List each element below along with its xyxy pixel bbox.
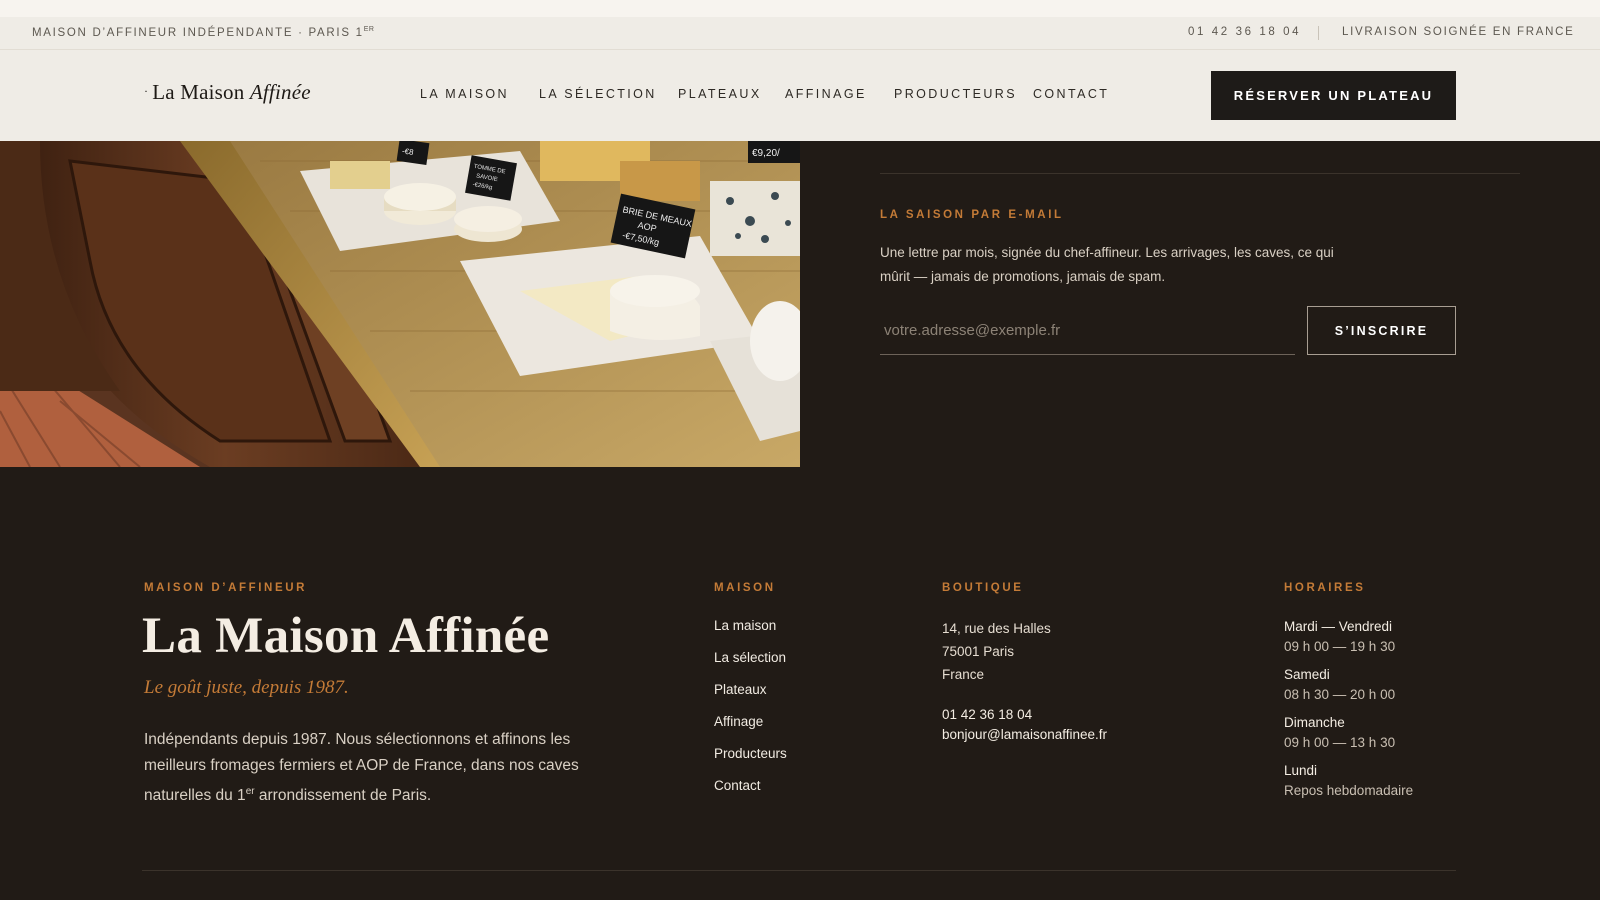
nav-item-plateaux[interactable]: PLATEAUX — [678, 87, 762, 101]
delivery-note: LIVRAISON SOIGNÉE EN FRANCE — [1342, 26, 1575, 38]
footer-link-item: Contact — [714, 777, 787, 809]
hours-time: 09 h 00 — 19 h 30 — [1284, 639, 1396, 654]
brand-desc-sup: er — [245, 786, 255, 797]
address-street: 14, rue des Halles — [942, 621, 1051, 636]
reserve-platter-button[interactable]: RÉSERVER UN PLATEAU — [1211, 71, 1456, 120]
footer-bottom-rule — [142, 870, 1456, 871]
footer-link-item: Plateaux — [714, 681, 787, 713]
footer-link-la-selection[interactable]: La sélection — [714, 650, 786, 665]
newsletter-description: Une lettre par mois, signée du chef-affi… — [880, 245, 1334, 284]
footer-boutique-title: BOUTIQUE — [942, 582, 1024, 594]
util-phone-link[interactable]: 01 42 36 18 04 — [1188, 26, 1301, 38]
footer-link-item: Producteurs — [714, 745, 787, 777]
nav-item-la-selection[interactable]: LA SÉLECTION — [539, 87, 657, 101]
hours-day: Mardi — Vendredi — [1284, 619, 1393, 634]
hours-slot: Lundi Repos hebdomadaire — [1284, 761, 1413, 801]
site-header: · La Maison Affinée LA MAISON LA SÉLECTIO… — [0, 50, 1600, 141]
footer-maison-links: La maison La sélection Plateaux Affinage… — [714, 617, 787, 809]
boutique-phone-link[interactable]: 01 42 36 18 04 — [942, 705, 1107, 725]
boutique-email-link[interactable]: bonjour@lamaisonaffinee.fr — [942, 725, 1107, 745]
hours-time: 09 h 00 — 13 h 30 — [1284, 735, 1396, 750]
brand-desc-part-2: arrondissement de Paris. — [254, 787, 432, 805]
logo-dot: · — [144, 84, 149, 98]
logo-italic-text: Affinée — [249, 80, 311, 104]
footer-link-plateaux[interactable]: Plateaux — [714, 682, 767, 697]
footer-boutique-info: 14, rue des Halles 75001 Paris France 01… — [942, 617, 1107, 745]
footer-link-la-maison[interactable]: La maison — [714, 618, 776, 633]
hours-day: Dimanche — [1284, 715, 1345, 730]
subscribe-button[interactable]: S’INSCRIRE — [1307, 306, 1456, 355]
footer-tagline: Le goût juste, depuis 1987. — [144, 677, 349, 698]
site-logo[interactable]: · La Maison Affinée — [144, 80, 311, 105]
sign-text-top-right: €9,20/ — [752, 148, 780, 159]
cheese-counter-photo: BRIE DE MEAUX AOP -€7,50/kg TOMME DE SAV… — [0, 141, 800, 467]
price-sign-top-right: €9,20/ — [748, 141, 800, 163]
address-country: France — [942, 667, 985, 682]
nav-item-producteurs[interactable]: PRODUCTEURS — [894, 87, 1017, 101]
announcement-sup: ER — [363, 26, 375, 33]
boutique-address: 14, rue des Halles 75001 Paris France — [942, 617, 1107, 686]
hours-time: 08 h 30 — 20 h 00 — [1284, 687, 1396, 702]
logo-main-text: La Maison — [152, 80, 250, 104]
footer-link-affinage[interactable]: Affinage — [714, 714, 763, 729]
sign-text-top-left: -€8 — [401, 147, 414, 158]
nav-item-affinage[interactable]: AFFINAGE — [785, 87, 867, 101]
nav-item-contact[interactable]: CONTACT — [1033, 87, 1109, 101]
footer-link-producteurs[interactable]: Producteurs — [714, 746, 787, 761]
boutique-contact: 01 42 36 18 04 bonjour@lamaisonaffinee.f… — [942, 705, 1107, 745]
nav-item-la-maison[interactable]: LA MAISON — [420, 87, 509, 101]
footer-link-item: La sélection — [714, 649, 787, 681]
top-strip — [0, 0, 1600, 17]
footer-brand-description: Indépendants depuis 1987. Nous sélection… — [144, 727, 584, 809]
footer-brand-name: La Maison Affinée — [142, 608, 550, 664]
newsletter-eyebrow: LA SAISON PAR E-MAIL — [880, 209, 1064, 221]
opening-hours: Mardi — Vendredi 09 h 00 — 19 h 30 Samed… — [1284, 617, 1413, 809]
footer-link-item: La maison — [714, 617, 787, 649]
hours-slot: Samedi 08 h 30 — 20 h 00 — [1284, 665, 1413, 705]
announcement-bar: MAISON D’AFFINEUR INDÉPENDANTE · PARIS 1… — [0, 17, 1600, 50]
newsletter-top-rule — [880, 173, 1520, 174]
announcement-text: MAISON D’AFFINEUR INDÉPENDANTE · PARIS 1… — [32, 26, 374, 39]
footer-link-item: Affinage — [714, 713, 787, 745]
hours-day: Lundi — [1284, 763, 1318, 778]
footer-horaires-title: HORAIRES — [1284, 582, 1366, 594]
footer-brand-eyebrow: MAISON D’AFFINEUR — [144, 582, 308, 594]
cheese-counter-illustration: BRIE DE MEAUX AOP -€7,50/kg TOMME DE SAV… — [0, 141, 800, 467]
newsletter-email-input[interactable] — [880, 306, 1295, 355]
hours-day: Samedi — [1284, 667, 1330, 682]
address-city: 75001 Paris — [942, 644, 1015, 659]
price-sign-top-left: -€8 — [396, 141, 430, 165]
footer-link-contact[interactable]: Contact — [714, 778, 761, 793]
hours-slot: Mardi — Vendredi 09 h 00 — 19 h 30 — [1284, 617, 1413, 657]
footer-maison-title: MAISON — [714, 582, 776, 594]
price-sign-tomme: TOMME DE SAVOIE -€26/kg — [465, 155, 517, 201]
announcement-label: MAISON D’AFFINEUR INDÉPENDANTE · PARIS 1 — [32, 27, 364, 39]
hours-slot: Dimanche 09 h 00 — 13 h 30 — [1284, 713, 1413, 753]
util-separator — [1318, 26, 1319, 40]
hours-time: Repos hebdomadaire — [1284, 783, 1414, 798]
